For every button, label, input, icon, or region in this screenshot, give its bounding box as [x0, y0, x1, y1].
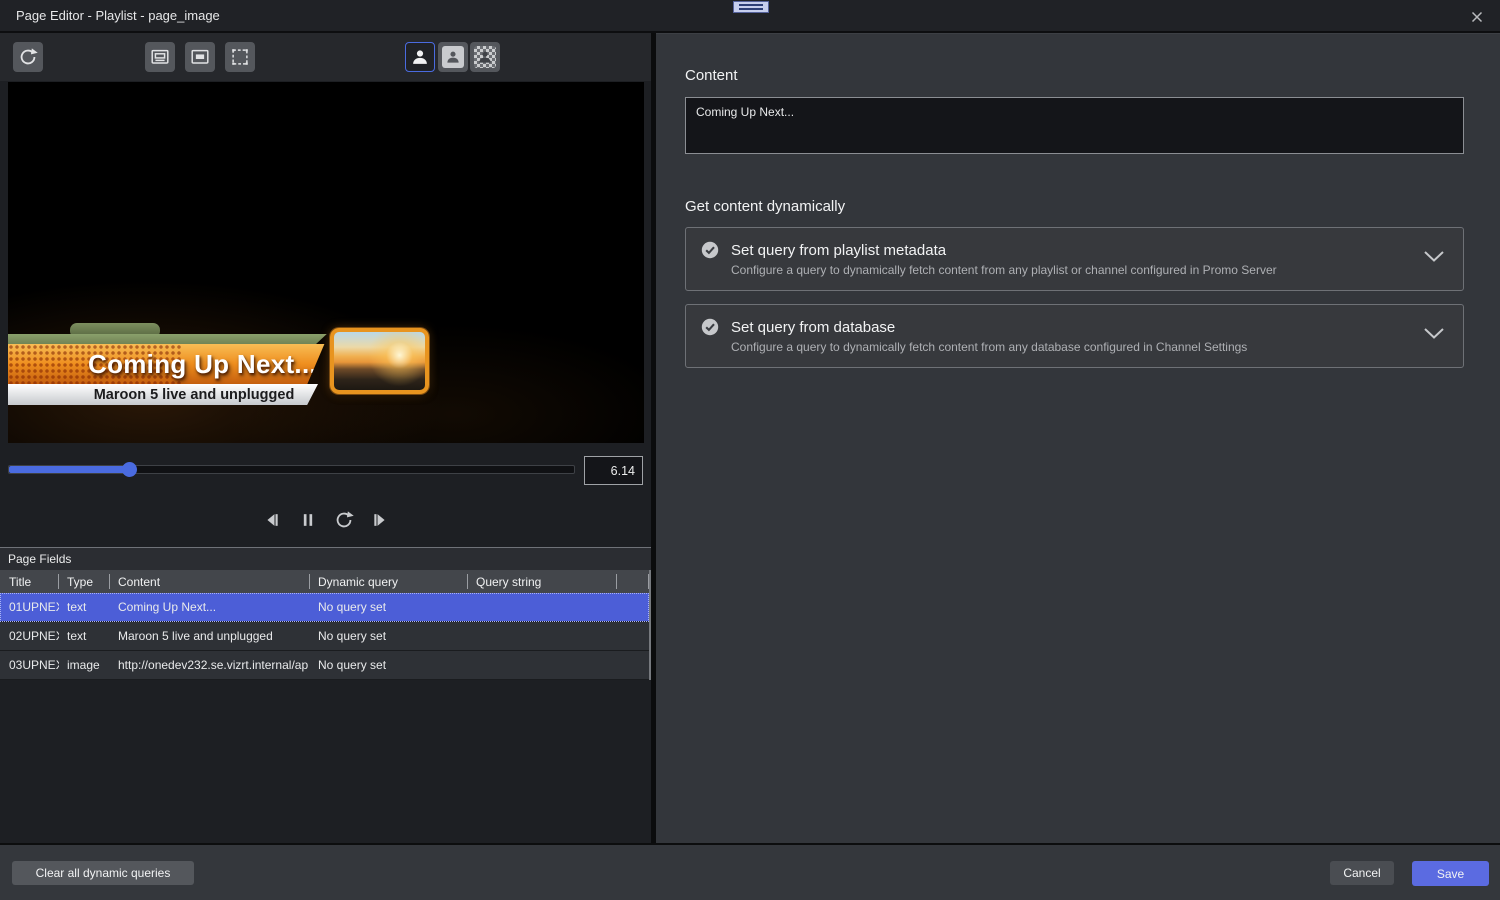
col-content[interactable]: Content: [110, 570, 310, 593]
timeline-slider[interactable]: [8, 465, 575, 474]
editor-panel: Content Coming Up Next... Get content dy…: [656, 33, 1500, 843]
title-area-icon[interactable]: [145, 42, 175, 72]
chevron-down-icon[interactable]: [1423, 250, 1445, 268]
content-input[interactable]: Coming Up Next...: [685, 97, 1464, 154]
banner-subtitle-text: Maroon 5 live and unplugged: [32, 387, 295, 403]
dynamic-heading: Get content dynamically: [685, 198, 1464, 215]
scrub-row: 6.14: [0, 456, 651, 496]
database-card[interactable]: Set query from database Configure a quer…: [685, 304, 1464, 368]
table-row[interactable]: 03UPNEX image http://onedev232.se.vizrt.…: [0, 651, 649, 680]
preview-toolbar: [0, 33, 651, 81]
step-backward-icon[interactable]: [261, 509, 283, 531]
col-dynamic-query[interactable]: Dynamic query: [310, 570, 468, 593]
card-title: Set query from database: [731, 319, 1411, 336]
time-value[interactable]: 6.14: [584, 456, 643, 485]
banner-sub-bar: Maroon 5 live and unplugged: [8, 384, 318, 405]
table-row[interactable]: 02UPNEX text Maroon 5 live and unplugged…: [0, 622, 649, 651]
row-query-string: [468, 593, 617, 621]
close-icon[interactable]: [1468, 8, 1486, 26]
card-description: Configure a query to dynamically fetch c…: [731, 340, 1411, 354]
table-header: Title Type Content Dynamic query Query s…: [0, 570, 649, 593]
banner-photo-frame: [330, 328, 429, 394]
page-fields-table: Title Type Content Dynamic query Query s…: [0, 570, 651, 680]
preview-panel: Coming Up Next... Maroon 5 live and unpl…: [0, 33, 651, 843]
card-title: Set query from playlist metadata: [731, 242, 1411, 259]
save-button[interactable]: Save: [1412, 861, 1489, 886]
refresh-icon[interactable]: [13, 42, 43, 72]
page-fields-title: Page Fields: [0, 547, 651, 570]
row-title: 01UPNEX: [0, 593, 59, 621]
page-fields-section: Page Fields Title Type Content Dynamic q…: [0, 547, 651, 680]
row-content: Coming Up Next...: [110, 593, 310, 621]
safe-area-icon[interactable]: [185, 42, 215, 72]
row-type: image: [59, 651, 110, 679]
check-circle-icon: [701, 318, 719, 336]
row-query-string: [468, 651, 617, 679]
check-circle-icon: [701, 241, 719, 259]
person-key-icon[interactable]: [405, 42, 435, 72]
col-title[interactable]: Title: [0, 570, 59, 593]
titlebar: Page Editor - Playlist - page_image: [0, 0, 1500, 33]
banner-title-text: Coming Up Next...: [8, 349, 317, 380]
col-extra: [617, 570, 649, 593]
card-description: Configure a query to dynamically fetch c…: [731, 263, 1411, 277]
row-query-string: [468, 622, 617, 650]
row-content: http://onedev232.se.vizrt.internal/ap: [110, 651, 310, 679]
row-type: text: [59, 622, 110, 650]
playlist-metadata-card[interactable]: Set query from playlist metadata Configu…: [685, 227, 1464, 291]
row-title: 03UPNEX: [0, 651, 59, 679]
restart-icon[interactable]: [333, 509, 355, 531]
footer-bar: Clear all dynamic queries Cancel Save: [0, 843, 1500, 900]
timeline-slider-thumb[interactable]: [122, 462, 137, 477]
person-alpha-icon[interactable]: [470, 42, 500, 72]
banner-main-bar: Coming Up Next...: [8, 344, 326, 385]
chevron-down-icon[interactable]: [1423, 327, 1445, 345]
page-editor-window: Page Editor - Playlist - page_image: [0, 0, 1500, 900]
person-fill-icon[interactable]: [438, 42, 468, 72]
pause-icon[interactable]: [297, 509, 319, 531]
content-heading: Content: [685, 67, 1464, 84]
col-type[interactable]: Type: [59, 570, 110, 593]
bounding-box-icon[interactable]: [225, 42, 255, 72]
col-query-string[interactable]: Query string: [468, 570, 617, 593]
row-dynamic-query: No query set: [310, 651, 468, 679]
timeline-slider-fill: [9, 466, 130, 473]
row-title: 02UPNEX: [0, 622, 59, 650]
row-type: text: [59, 593, 110, 621]
clear-dynamic-queries-button[interactable]: Clear all dynamic queries: [12, 861, 194, 885]
dock-handle[interactable]: [733, 1, 769, 13]
transport-controls: [0, 505, 651, 535]
row-dynamic-query: No query set: [310, 622, 468, 650]
cancel-button[interactable]: Cancel: [1330, 861, 1394, 885]
row-content: Maroon 5 live and unplugged: [110, 622, 310, 650]
row-dynamic-query: No query set: [310, 593, 468, 621]
table-row[interactable]: 01UPNEX text Coming Up Next... No query …: [0, 593, 649, 622]
step-forward-icon[interactable]: [369, 509, 391, 531]
video-preview[interactable]: Coming Up Next... Maroon 5 live and unpl…: [8, 82, 644, 443]
window-title: Page Editor - Playlist - page_image: [16, 8, 220, 23]
